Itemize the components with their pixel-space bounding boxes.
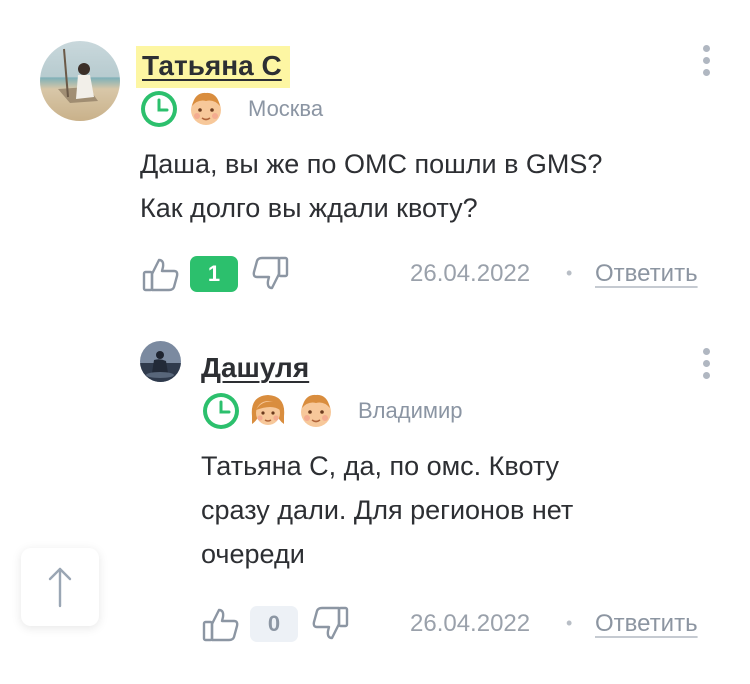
comment-city: Владимир	[358, 398, 463, 423]
arrow-up-icon	[47, 566, 73, 608]
comment-text-line: Как долго вы ждали квоту?	[140, 193, 478, 223]
comment-author[interactable]: Татьяна С	[136, 46, 290, 88]
reply-link[interactable]: Ответить	[595, 260, 698, 288]
comment-author[interactable]: Дашуля	[201, 354, 309, 382]
comment-text-line: Даша, вы же по ОМС пошли в GMS?	[140, 149, 603, 179]
clock-badge	[202, 392, 240, 430]
kebab-menu-icon[interactable]	[701, 45, 711, 81]
comment-city: Москва	[248, 96, 324, 121]
likes-count: 1	[190, 256, 238, 292]
scroll-to-top-button[interactable]	[21, 548, 99, 626]
reply-link[interactable]: Ответить	[595, 610, 698, 638]
thumbs-down-icon[interactable]	[250, 254, 290, 294]
boy-badge	[297, 390, 335, 430]
avatar-tatyana[interactable]	[40, 41, 120, 121]
separator-dot: •	[566, 263, 573, 283]
comment-date: 26.04.2022	[410, 610, 531, 637]
thumbs-up-icon[interactable]	[141, 254, 181, 294]
thumbs-down-icon[interactable]	[310, 604, 350, 644]
comment-text: Даша, вы же по ОМС пошли в GMS? Как долг…	[140, 142, 720, 230]
comment-text-line: Татьяна С, да, по омс. Квоту	[201, 451, 560, 481]
comment-date: 26.04.2022	[410, 260, 531, 287]
separator-dot: •	[566, 613, 573, 633]
likes-count: 0	[250, 606, 298, 642]
comment-text-line: очереди	[201, 539, 305, 569]
kebab-menu-icon[interactable]	[701, 348, 711, 384]
comment-text: Татьяна С, да, по омс. Квоту сразу дали.…	[201, 444, 721, 576]
clock-badge	[140, 90, 178, 128]
avatar-dashulya[interactable]	[140, 341, 181, 382]
girl-badge	[248, 390, 288, 430]
boy-badge	[187, 88, 225, 128]
comment-text-line: сразу дали. Для регионов нет	[201, 495, 574, 525]
thumbs-up-icon[interactable]	[201, 604, 241, 644]
